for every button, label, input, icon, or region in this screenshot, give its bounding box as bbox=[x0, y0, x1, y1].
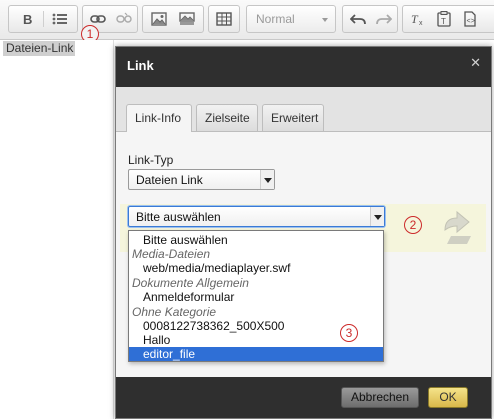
file-select-value: Bitte auswählen bbox=[136, 210, 221, 224]
unlink-icon bbox=[116, 12, 132, 23]
flash-media-icon bbox=[179, 12, 195, 25]
dialog-tabs: Link-Info Zielseite Erweitert bbox=[116, 87, 491, 132]
chevron-down-icon bbox=[260, 170, 274, 189]
browse-folder-button[interactable] bbox=[437, 208, 479, 248]
link-type-value: Dateien Link bbox=[136, 173, 203, 187]
tab-link-info[interactable]: Link-Info bbox=[126, 104, 192, 132]
chevron-down-icon bbox=[322, 18, 328, 22]
format-dropdown[interactable]: Normal bbox=[246, 5, 336, 33]
svg-text:<>: <> bbox=[467, 18, 475, 26]
annotation-marker-2: 2 bbox=[404, 216, 422, 234]
redo-icon bbox=[376, 14, 392, 25]
tab-erweitert[interactable]: Erweitert bbox=[262, 104, 324, 131]
table-group bbox=[208, 5, 240, 33]
unlink-button[interactable] bbox=[111, 6, 137, 32]
flash-button[interactable] bbox=[174, 6, 200, 32]
dropdown-group-header: Dokumente Allgemein bbox=[132, 276, 249, 290]
tab-zielseite[interactable]: Zielseite bbox=[196, 104, 258, 131]
format-dropdown-value: Normal bbox=[256, 12, 295, 26]
undo-redo-group bbox=[342, 5, 398, 33]
bulleted-list-icon bbox=[52, 13, 67, 25]
dropdown-option-selected[interactable]: editor_file bbox=[129, 347, 383, 361]
image-button[interactable] bbox=[146, 6, 172, 32]
dialog-footer: Abbrechen OK bbox=[116, 377, 491, 418]
dialog-title-bar[interactable]: Link ✕ bbox=[116, 47, 491, 87]
dropdown-group-header: Media-Dateien bbox=[132, 247, 211, 261]
cancel-button[interactable]: Abbrechen bbox=[341, 387, 419, 408]
image-icon bbox=[151, 12, 167, 26]
remove-format-button[interactable]: T x bbox=[405, 6, 431, 32]
source-button[interactable]: <> bbox=[457, 6, 483, 32]
editor-toolbar: B Normal T x T <> 1 bbox=[0, 0, 494, 43]
table-button[interactable] bbox=[211, 6, 237, 32]
chevron-down-icon bbox=[370, 207, 384, 226]
dropdown-group-header: Ohne Kategorie bbox=[132, 305, 217, 319]
dialog-title: Link bbox=[127, 58, 154, 73]
undo-button[interactable] bbox=[345, 6, 371, 32]
undo-icon bbox=[350, 14, 366, 25]
file-dropdown-list: Bitte auswählen Media-Dateien web/media/… bbox=[128, 230, 384, 362]
source-code-icon: <> bbox=[464, 11, 476, 27]
svg-text:T: T bbox=[441, 17, 446, 26]
editor-selected-text[interactable]: Dateien-Link bbox=[3, 41, 76, 56]
link-dialog: Link ✕ Link-Info Zielseite Erweitert Lin… bbox=[115, 46, 492, 419]
close-icon[interactable]: ✕ bbox=[470, 55, 481, 71]
remove-format-icon: T x bbox=[411, 12, 423, 26]
paste-text-button[interactable]: T bbox=[431, 6, 457, 32]
dropdown-option[interactable]: Anmeldeformular bbox=[129, 290, 383, 304]
link-type-select[interactable]: Dateien Link bbox=[128, 169, 275, 190]
link-type-label: Link-Typ bbox=[128, 153, 174, 167]
file-select[interactable]: Bitte auswählen bbox=[128, 206, 385, 227]
dropdown-option[interactable]: web/media/mediaplayer.swf bbox=[129, 261, 383, 275]
toolbar-separator bbox=[43, 11, 44, 27]
svg-text:B: B bbox=[23, 12, 32, 26]
table-icon bbox=[216, 12, 232, 26]
svg-text:x: x bbox=[419, 20, 423, 26]
annotation-marker-3: 3 bbox=[340, 324, 358, 342]
editor-content-area[interactable] bbox=[0, 40, 114, 419]
bold-icon: B bbox=[23, 12, 32, 26]
insert-group bbox=[142, 5, 204, 33]
ok-button[interactable]: OK bbox=[428, 387, 468, 408]
redo-button[interactable] bbox=[371, 6, 397, 32]
basic-styles-group: B bbox=[8, 5, 78, 33]
bulleted-list-button[interactable] bbox=[47, 6, 73, 32]
bold-button[interactable]: B bbox=[15, 6, 41, 32]
tools-group: T x T <> bbox=[402, 5, 494, 33]
svg-text:T: T bbox=[411, 12, 419, 26]
paste-text-icon: T bbox=[437, 11, 451, 27]
dropdown-option[interactable]: Bitte auswählen bbox=[129, 233, 383, 247]
link-icon bbox=[90, 15, 106, 23]
folder-arrow-icon bbox=[444, 210, 471, 244]
